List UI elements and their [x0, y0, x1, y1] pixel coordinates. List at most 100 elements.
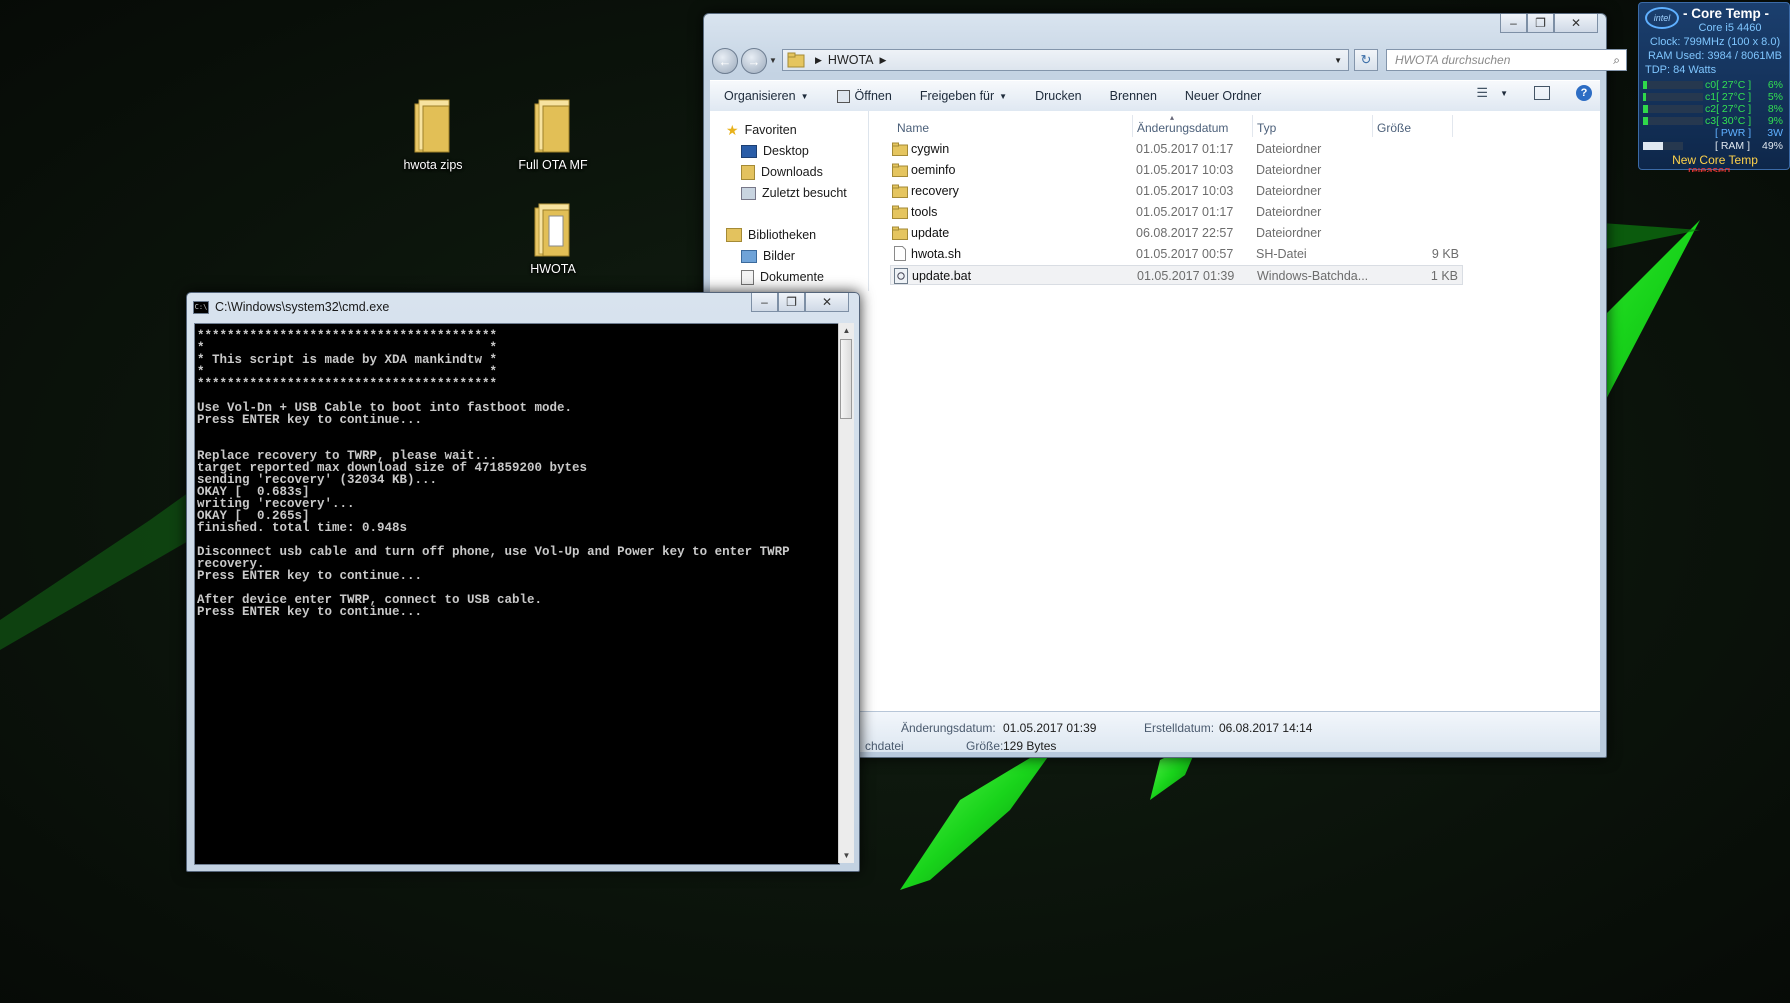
- chevron-right-icon[interactable]: ▶: [815, 55, 822, 66]
- toolbar-right: ☰ ▼ ?: [1476, 85, 1592, 101]
- search-placeholder: HWOTA durchsuchen: [1395, 53, 1511, 67]
- nav-label: Desktop: [763, 144, 809, 158]
- help-icon[interactable]: ?: [1576, 85, 1592, 101]
- folder-icon: [534, 203, 570, 257]
- nav-recent[interactable]: Zuletzt besucht: [741, 183, 847, 203]
- console-output-area[interactable]: ****************************************…: [194, 323, 840, 865]
- scroll-up-icon[interactable]: ▲: [839, 323, 854, 338]
- minimize-button[interactable]: –: [1500, 14, 1527, 33]
- share-button[interactable]: Freigeben für ▼: [906, 89, 1021, 103]
- file-row[interactable]: hwota.sh 01.05.2017 00:57 SH-Datei 9 KB: [890, 244, 1463, 264]
- maximize-button[interactable]: ❐: [778, 293, 805, 312]
- address-bar[interactable]: ▶ HWOTA ▶ ▼: [782, 49, 1349, 71]
- file-size: 1 KB: [1430, 269, 1458, 283]
- column-separator[interactable]: [1252, 115, 1253, 137]
- desktop-icon-full-ota-mf[interactable]: Full OTA MF: [498, 98, 608, 172]
- close-button[interactable]: ✕: [805, 293, 849, 312]
- core-temp-label: c1[ 27°C ]: [1705, 91, 1752, 103]
- column-header-name[interactable]: Name: [897, 121, 929, 135]
- column-header-type[interactable]: Typ: [1257, 121, 1276, 135]
- nav-label: Favoriten: [744, 123, 797, 137]
- details-created-value: 06.08.2017 14:14: [1219, 721, 1313, 735]
- organize-button[interactable]: Organisieren ▼: [710, 89, 823, 103]
- open-button[interactable]: Öffnen: [823, 89, 906, 103]
- back-button[interactable]: ←: [712, 48, 738, 74]
- nav-downloads[interactable]: Downloads: [741, 162, 823, 182]
- file-row[interactable]: oeminfo 01.05.2017 10:03 Dateiordner: [890, 160, 1463, 180]
- column-header-date[interactable]: Änderungsdatum: [1137, 121, 1228, 135]
- cmd-title-text: C:\Windows\system32\cmd.exe: [215, 300, 390, 314]
- nav-label: Bilder: [763, 249, 795, 263]
- preview-pane-icon[interactable]: [1534, 86, 1550, 100]
- file-list: Name ▴ Änderungsdatum Typ Größe cygwin 01…: [876, 111, 1600, 711]
- scroll-thumb[interactable]: [840, 339, 852, 419]
- folder-icon: [534, 99, 570, 153]
- burn-button[interactable]: Brennen: [1096, 89, 1171, 103]
- file-row[interactable]: tools 01.05.2017 01:17 Dateiordner: [890, 202, 1463, 222]
- details-size-label: Größe:: [966, 739, 1004, 753]
- scroll-down-icon[interactable]: ▼: [839, 848, 854, 863]
- core-load-value: 8%: [1767, 103, 1783, 115]
- history-dropdown-icon[interactable]: ▼: [769, 56, 777, 65]
- file-row[interactable]: cygwin 01.05.2017 01:17 Dateiordner: [890, 139, 1463, 159]
- recent-places-icon: [741, 186, 756, 200]
- core-temp-footer[interactable]: New Core Temp: [1645, 153, 1785, 167]
- desktop-icon-hwota-zips[interactable]: hwota zips: [378, 98, 488, 172]
- address-dropdown-icon[interactable]: ▼: [1334, 56, 1342, 65]
- details-modified-value: 01.05.2017 01:39: [1003, 721, 1097, 735]
- chevron-right-icon[interactable]: ▶: [880, 55, 887, 66]
- details-modified-label: Änderungsdatum:: [901, 721, 996, 735]
- file-name: update.bat: [912, 269, 972, 283]
- desktop-icon-hwota[interactable]: HWOTA: [498, 202, 608, 276]
- search-input[interactable]: HWOTA durchsuchen ⌕: [1386, 49, 1627, 71]
- file-row[interactable]: update.bat 01.05.2017 01:39 Windows-Batchd…: [890, 265, 1463, 285]
- file-row[interactable]: recovery 01.05.2017 10:03 Dateiordner: [890, 181, 1463, 201]
- folder-icon: [787, 52, 805, 68]
- file-row[interactable]: update 06.08.2017 22:57 Dateiordner: [890, 223, 1463, 243]
- nav-libraries[interactable]: Bibliotheken: [726, 225, 816, 245]
- close-button[interactable]: ✕: [1554, 14, 1598, 33]
- nav-label: Downloads: [761, 165, 823, 179]
- burn-label: Brennen: [1109, 89, 1157, 103]
- file-name: tools: [911, 205, 938, 219]
- ram-bar: [1643, 142, 1683, 150]
- nav-desktop[interactable]: Desktop: [741, 141, 809, 161]
- cmd-titlebar[interactable]: C:\ C:\Windows\system32\cmd.exe: [193, 298, 389, 316]
- folder-icon: [892, 142, 908, 156]
- file-type: SH-Datei: [1256, 247, 1307, 261]
- downloads-icon: [741, 164, 755, 180]
- core-load-value: 6%: [1767, 79, 1783, 91]
- column-header-size[interactable]: Größe: [1377, 121, 1411, 135]
- file-name: oeminfo: [911, 163, 956, 177]
- file-name: cygwin: [911, 142, 950, 156]
- chevron-down-icon[interactable]: ▼: [1500, 89, 1508, 98]
- core-temp-gadget[interactable]: intel - Core Temp - Core i5 4460 Clock: …: [1638, 2, 1790, 170]
- new-folder-button[interactable]: Neuer Ordner: [1171, 89, 1275, 103]
- cpu-model: Core i5 4460: [1698, 22, 1762, 34]
- minimize-button[interactable]: –: [751, 293, 778, 312]
- file-name: update: [911, 226, 950, 240]
- column-separator[interactable]: [1452, 115, 1453, 137]
- vertical-scrollbar[interactable]: ▲ ▼: [838, 323, 854, 863]
- window-controls: – ❐ ✕: [1500, 14, 1598, 34]
- ram-bar-fill: [1643, 142, 1663, 150]
- core-row: c3[ 30°C ] 9%: [1643, 115, 1785, 127]
- nav-documents[interactable]: Dokumente: [741, 267, 824, 287]
- print-label: Drucken: [1035, 89, 1082, 103]
- core-load-bar: [1643, 105, 1703, 113]
- file-date: 01.05.2017 10:03: [1136, 184, 1234, 198]
- print-button[interactable]: Drucken: [1021, 89, 1096, 103]
- folder-icon: [414, 99, 450, 153]
- nav-favorites[interactable]: ★ Favoriten: [726, 120, 797, 140]
- pwr-value: 3W: [1767, 127, 1783, 139]
- open-label: Öffnen: [854, 89, 892, 103]
- console-output: ****************************************…: [197, 329, 790, 619]
- maximize-button[interactable]: ❐: [1527, 14, 1554, 33]
- breadcrumb[interactable]: HWOTA: [828, 53, 874, 67]
- view-options-icon[interactable]: ☰: [1476, 85, 1488, 101]
- search-icon[interactable]: ⌕: [1613, 53, 1620, 68]
- forward-button[interactable]: →: [741, 48, 767, 74]
- column-separator[interactable]: [1132, 115, 1133, 137]
- column-separator[interactable]: [1372, 115, 1373, 137]
- nav-pictures[interactable]: Bilder: [741, 246, 795, 266]
